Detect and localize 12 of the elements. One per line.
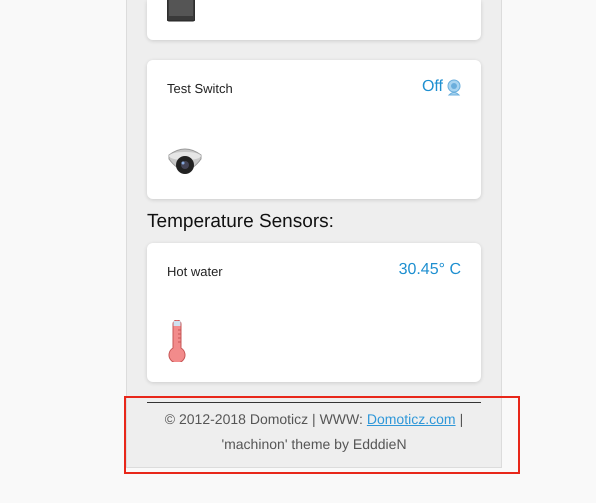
- device-name: Hot water: [167, 263, 223, 279]
- section-heading: Temperature Sensors:: [147, 211, 335, 233]
- footer-separator: |: [460, 411, 464, 427]
- status-value: Off: [422, 78, 443, 96]
- footer-link[interactable]: Domoticz.com: [366, 411, 456, 427]
- thermometer-icon: [167, 320, 187, 362]
- status-value: 30.45° C: [398, 261, 461, 279]
- footer-text: © 2012-2018 Domoticz | WWW:: [164, 411, 363, 427]
- tablet-icon: [167, 0, 195, 22]
- theme-credit: 'machinon' theme by EdddieN: [220, 435, 408, 454]
- device-name: Test Switch: [167, 80, 233, 96]
- webcam-icon: [447, 78, 461, 96]
